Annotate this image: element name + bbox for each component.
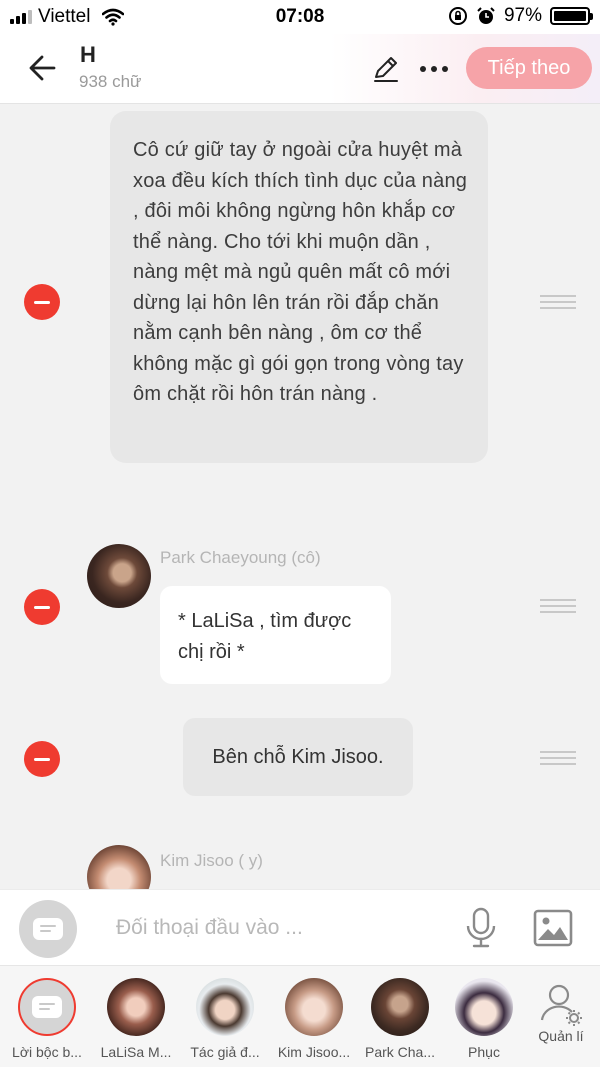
avatar — [107, 978, 165, 1036]
delete-message-button[interactable] — [24, 589, 60, 625]
minus-icon — [34, 300, 50, 304]
character-message-bubble[interactable]: * LaLiSa , tìm được chị rồi * — [160, 586, 391, 684]
character-label: LaLiSa M... — [100, 1044, 172, 1060]
battery-percent: 97% — [503, 5, 542, 26]
avatar — [455, 978, 513, 1036]
character-item-narrator[interactable]: Lời bộc b... — [4, 978, 90, 1062]
battery-icon — [550, 7, 593, 25]
story-title: H — [80, 42, 96, 67]
drag-handle-icon[interactable] — [540, 751, 576, 765]
next-button[interactable]: Tiếp theo — [466, 47, 592, 89]
narration-bubble[interactable]: Cô cứ giữ tay ở ngoài cửa huyệt mà xoa đ… — [110, 111, 488, 463]
dialogue-input[interactable] — [116, 912, 436, 944]
microphone-icon[interactable] — [463, 906, 499, 950]
character-item[interactable]: Kim Jisoo... — [271, 978, 357, 1062]
status-bar: Viettel 07:08 97% — [0, 0, 600, 34]
character-item[interactable]: Tác giả đ... — [182, 978, 268, 1062]
delete-message-button[interactable] — [24, 284, 60, 320]
dot-icon — [431, 66, 437, 72]
chat-type-button[interactable] — [19, 900, 77, 958]
more-options-button[interactable] — [414, 54, 454, 84]
character-item[interactable]: Phục — [441, 978, 527, 1062]
character-item[interactable]: LaLiSa M... — [93, 978, 179, 1062]
drag-handle-icon[interactable] — [540, 295, 576, 309]
delete-message-button[interactable] — [24, 741, 60, 777]
editor-header: H 938 chữ Tiếp theo — [0, 34, 600, 104]
dot-icon — [420, 66, 426, 72]
minus-icon — [34, 605, 50, 609]
character-selector: Lời bộc b... LaLiSa M... Tác giả đ... Ki… — [0, 965, 600, 1067]
avatar — [371, 978, 429, 1036]
pencil-icon[interactable] — [370, 53, 402, 85]
rotation-lock-icon — [448, 7, 467, 25]
character-label: Lời bộc b... — [12, 1044, 82, 1060]
character-item[interactable]: Park Cha... — [357, 978, 443, 1062]
manage-characters-button[interactable]: Quản lí — [518, 978, 600, 1062]
drag-handle-icon[interactable] — [540, 599, 576, 613]
avatar — [87, 544, 151, 608]
character-label: Park Cha... — [364, 1044, 436, 1060]
alarm-icon — [477, 7, 495, 24]
message-icon — [32, 996, 62, 1018]
character-label: Quản lí — [538, 1028, 584, 1044]
dot-icon — [442, 66, 448, 72]
word-count: 938 chữ — [79, 72, 142, 91]
status-right: 97% — [448, 5, 593, 27]
character-label: Kim Jisoo... — [277, 1044, 351, 1060]
sender-name: Park Chaeyoung (cô) — [160, 548, 321, 567]
message-input-bar — [0, 889, 600, 965]
avatar — [285, 978, 343, 1036]
character-label: Tác giả đ... — [190, 1044, 260, 1060]
minus-icon — [34, 757, 50, 761]
image-icon[interactable] — [532, 908, 574, 948]
sender-name: Kim Jisoo ( y) — [160, 851, 263, 870]
narration-bubble[interactable]: Bên chỗ Kim Jisoo. — [183, 718, 413, 796]
narrator-avatar — [18, 978, 76, 1036]
back-arrow-icon[interactable] — [24, 50, 64, 86]
character-label: Phục — [468, 1044, 500, 1060]
message-icon — [33, 918, 63, 940]
avatar — [196, 978, 254, 1036]
